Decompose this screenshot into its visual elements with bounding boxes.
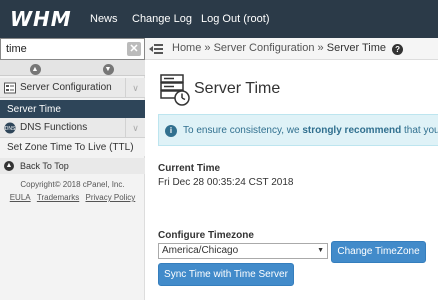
breadcrumb-server-configuration[interactable]: Server Configuration bbox=[214, 42, 315, 54]
chevron-down-icon: ∨ bbox=[125, 78, 145, 98]
copyright-text: Copyright© 2018 cPanel, Inc. bbox=[20, 180, 125, 189]
alert-prefix: To ensure consistency, we bbox=[183, 125, 300, 136]
nav-change-log[interactable]: Change Log bbox=[132, 13, 192, 25]
alert-strong: strongly recommend bbox=[302, 125, 402, 136]
alert-text: To ensure consistency, we strongly recom… bbox=[183, 125, 438, 136]
breadcrumb: Home » Server Configuration » Server Tim… bbox=[172, 42, 404, 55]
close-icon[interactable]: ✕ bbox=[127, 42, 141, 56]
eula-link[interactable]: EULA bbox=[10, 193, 31, 202]
info-icon: i bbox=[165, 125, 177, 137]
top-bar: WHM News Change Log Log Out (root) bbox=[0, 0, 438, 38]
trademarks-link[interactable]: Trademarks bbox=[37, 193, 79, 202]
breadcrumb-separator: » bbox=[204, 42, 211, 54]
privacy-policy-link[interactable]: Privacy Policy bbox=[85, 193, 135, 202]
timezone-select[interactable]: America/Chicago ▼ bbox=[158, 243, 328, 259]
dropdown-arrow-icon: ▼ bbox=[317, 247, 324, 254]
timezone-selected-value: America/Chicago bbox=[162, 245, 239, 256]
search-input[interactable] bbox=[0, 38, 145, 60]
whm-logo[interactable]: WHM bbox=[10, 7, 72, 31]
search-wrap: ✕ bbox=[0, 38, 145, 60]
collapse-all-button[interactable]: ▲ bbox=[0, 62, 70, 75]
sidebar-group-label: Server Configuration bbox=[20, 82, 112, 93]
sidebar-item-set-zone-ttl[interactable]: Set Zone Time To Live (TTL) bbox=[0, 138, 145, 156]
chevron-up-icon: ▲ bbox=[29, 64, 41, 75]
server-config-icon bbox=[4, 82, 16, 94]
current-time-heading: Current Time bbox=[158, 163, 221, 174]
timezone-heading: Configure Timezone bbox=[158, 230, 254, 241]
expand-collapse-row: ▲ ▼ bbox=[0, 60, 145, 76]
dns-icon: DNS bbox=[4, 122, 16, 134]
chevron-down-icon: ▼ bbox=[102, 64, 114, 75]
sidebar-group-label: DNS Functions bbox=[20, 122, 88, 133]
back-to-top-link[interactable]: ▲ Back To Top bbox=[0, 158, 145, 174]
sidebar-toggle-icon[interactable] bbox=[149, 43, 163, 55]
arrow-up-icon: ▲ bbox=[4, 161, 14, 171]
help-icon[interactable]: ? bbox=[392, 44, 404, 55]
info-alert: i To ensure consistency, we strongly rec… bbox=[158, 114, 438, 146]
change-timezone-button[interactable]: Change TimeZone bbox=[331, 241, 426, 263]
breadcrumb-home[interactable]: Home bbox=[172, 42, 201, 54]
chevron-down-icon: ∨ bbox=[125, 118, 145, 138]
svg-text:DNS: DNS bbox=[5, 126, 16, 132]
sync-time-button[interactable]: Sync Time with Time Server bbox=[158, 263, 294, 286]
page-title: Server Time bbox=[194, 80, 281, 97]
current-time-value: Fri Dec 28 00:35:24 CST 2018 bbox=[158, 177, 294, 188]
breadcrumb-current: Server Time bbox=[326, 42, 387, 54]
sidebar-item-server-time[interactable]: Server Time bbox=[0, 100, 145, 118]
server-time-icon bbox=[160, 74, 190, 106]
alert-suffix: that you r bbox=[404, 125, 438, 136]
breadcrumb-separator: » bbox=[317, 42, 324, 54]
breadcrumb-bar: Home » Server Configuration » Server Tim… bbox=[145, 38, 438, 60]
sidebar-group-dns-functions[interactable]: DNS DNS Functions ∨ bbox=[0, 118, 145, 138]
expand-all-button[interactable]: ▼ bbox=[73, 62, 143, 75]
back-to-top-label: Back To Top bbox=[20, 161, 69, 171]
sidebar-group-server-configuration[interactable]: Server Configuration ∨ bbox=[0, 78, 145, 98]
nav-log-out[interactable]: Log Out (root) bbox=[201, 13, 269, 25]
nav-news[interactable]: News bbox=[90, 13, 118, 25]
sidebar: ✕ ▲ ▼ Server Configuration ∨ Server Time… bbox=[0, 38, 145, 300]
footer-links: EULA Trademarks Privacy Policy bbox=[0, 193, 145, 202]
